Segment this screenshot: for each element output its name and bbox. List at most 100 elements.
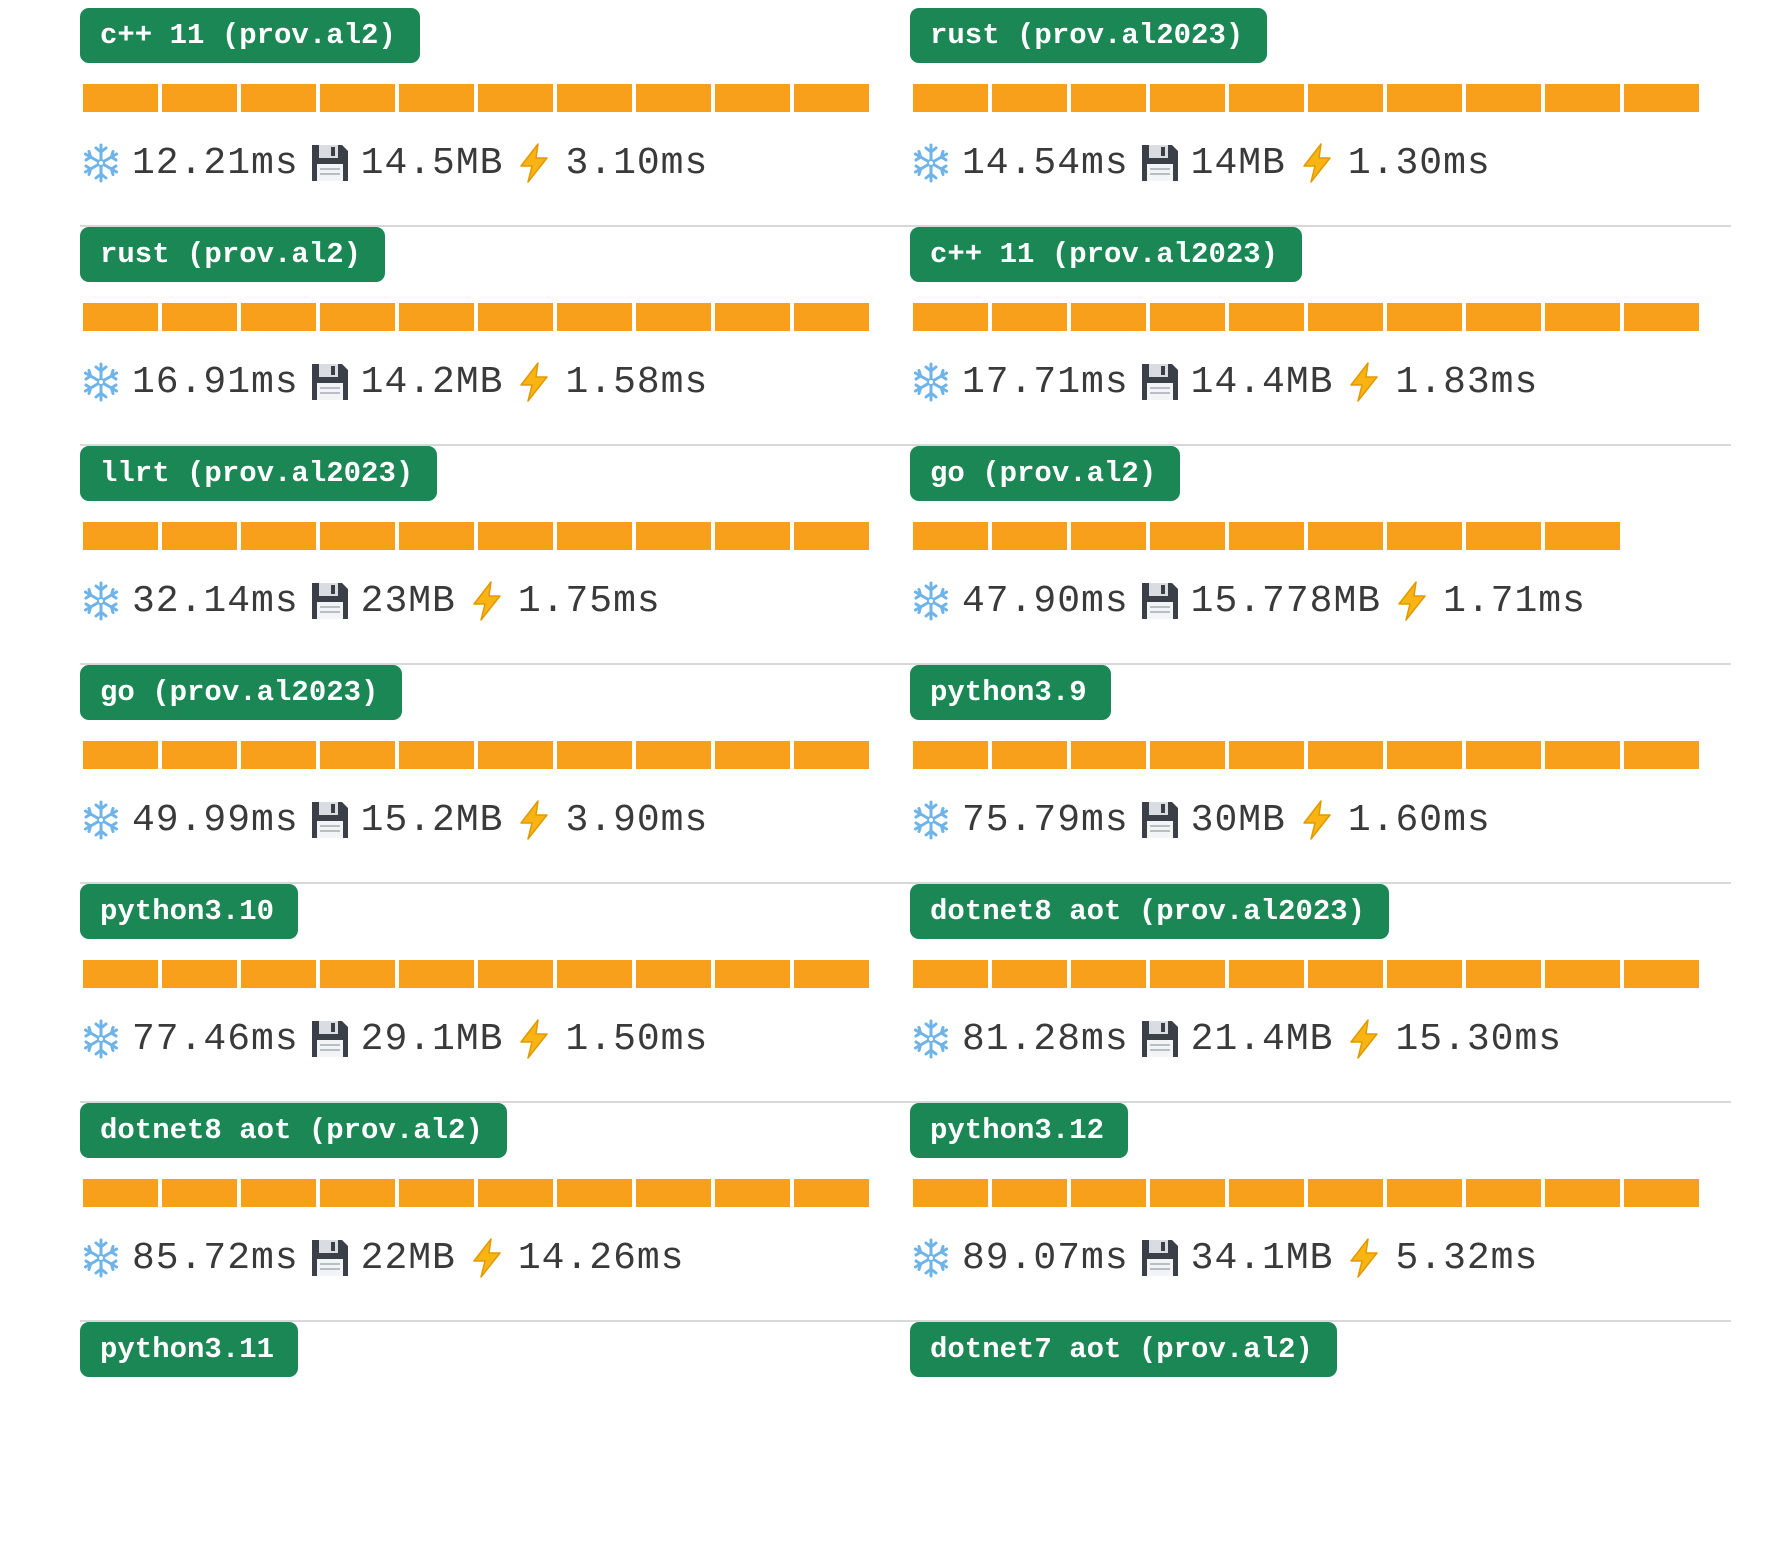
bar-segment	[83, 84, 158, 112]
bar-segment	[1150, 303, 1225, 331]
benchmark-card: dotnet8 aot (prov.al2) 85.72ms 22MB 14.2…	[80, 1103, 910, 1322]
bar-segment	[399, 960, 474, 988]
bar-segment	[794, 303, 869, 331]
bar-segment	[992, 522, 1067, 550]
lightning-bolt-icon	[1343, 361, 1385, 403]
bar-segment	[320, 522, 395, 550]
stats-line: 89.07ms 34.1MB 5.32ms	[910, 1233, 1548, 1283]
bar-segment	[320, 1179, 395, 1207]
bar-segment	[399, 84, 474, 112]
bar-segment	[1387, 960, 1462, 988]
bar-segment	[636, 84, 711, 112]
bar-segment	[557, 522, 632, 550]
runtime-badge: dotnet7 aot (prov.al2)	[910, 1322, 1337, 1377]
benchmark-row: python3.10 77.46ms 29.1MB 1.50ms dotnet8…	[80, 884, 1731, 1103]
lightning-bolt-icon	[1296, 799, 1338, 841]
bar-segment	[162, 84, 237, 112]
rating-bar	[83, 1179, 869, 1207]
cold-start-value: 47.90ms	[962, 579, 1129, 623]
floppy-disk-icon	[1139, 1018, 1181, 1060]
snowflake-icon	[80, 1018, 122, 1060]
floppy-disk-icon	[309, 142, 351, 184]
duration-value: 1.30ms	[1347, 141, 1491, 185]
snowflake-icon	[80, 1237, 122, 1279]
runtime-badge: dotnet8 aot (prov.al2023)	[910, 884, 1390, 939]
duration-value: 3.10ms	[565, 141, 709, 185]
memory-value: 29.1MB	[360, 1017, 504, 1061]
bar-segment	[399, 741, 474, 769]
bar-segment	[478, 522, 553, 550]
rating-bar	[913, 960, 1699, 988]
memory-value: 14.2MB	[360, 360, 504, 404]
duration-value: 1.58ms	[565, 360, 709, 404]
bar-segment	[636, 303, 711, 331]
bar-segment	[1308, 1179, 1383, 1207]
benchmark-card: python3.9 75.79ms 30MB 1.60ms	[910, 665, 1731, 884]
bar-segment	[478, 84, 553, 112]
bar-segment	[1466, 522, 1541, 550]
bar-segment	[715, 303, 790, 331]
snowflake-icon	[80, 799, 122, 841]
cold-start-value: 89.07ms	[962, 1236, 1129, 1280]
snowflake-icon	[910, 1018, 952, 1060]
bar-segment	[478, 741, 553, 769]
stats-line: 85.72ms 22MB 14.26ms	[80, 1233, 695, 1283]
benchmark-grid: c++ 11 (prov.al2) 12.21ms 14.5MB 3.10ms …	[80, 8, 1731, 1541]
bar-segment	[1624, 741, 1699, 769]
runtime-badge: python3.12	[910, 1103, 1129, 1158]
bar-segment	[1071, 741, 1146, 769]
bar-segment	[478, 303, 553, 331]
bar-segment	[1545, 741, 1620, 769]
bar-segment	[1545, 1179, 1620, 1207]
bar-segment	[1071, 1179, 1146, 1207]
floppy-disk-icon	[309, 580, 351, 622]
bar-segment	[557, 303, 632, 331]
rating-bar	[83, 960, 869, 988]
bar-segment	[1387, 522, 1462, 550]
bar-segment	[913, 522, 988, 550]
bar-segment	[1466, 1179, 1541, 1207]
bar-segment	[794, 1179, 869, 1207]
rating-bar	[913, 84, 1699, 112]
lightning-bolt-icon	[1391, 580, 1433, 622]
bar-segment	[913, 1179, 988, 1207]
benchmark-card: c++ 11 (prov.al2023) 17.71ms 14.4MB 1.83…	[910, 227, 1731, 446]
cold-start-value: 75.79ms	[962, 798, 1129, 842]
bar-segment	[636, 960, 711, 988]
stats-line: 12.21ms 14.5MB 3.10ms	[80, 138, 718, 188]
duration-value: 1.71ms	[1443, 579, 1586, 623]
snowflake-icon	[80, 142, 122, 184]
benchmark-card: dotnet7 aot (prov.al2)	[910, 1322, 1731, 1541]
bar-segment	[715, 1179, 790, 1207]
snowflake-icon	[80, 580, 122, 622]
runtime-badge: rust (prov.al2)	[80, 227, 386, 282]
duration-value: 15.30ms	[1395, 1017, 1563, 1061]
bar-segment	[913, 960, 988, 988]
benchmark-card: llrt (prov.al2023) 32.14ms 23MB 1.75ms	[80, 446, 910, 665]
bar-segment	[1466, 741, 1541, 769]
benchmark-card: dotnet8 aot (prov.al2023) 81.28ms 21.4MB…	[910, 884, 1731, 1103]
memory-value: 14.5MB	[360, 141, 504, 185]
bar-segment	[1387, 84, 1462, 112]
bar-segment	[241, 1179, 316, 1207]
benchmark-row: go (prov.al2023) 49.99ms 15.2MB 3.90ms p…	[80, 665, 1731, 884]
benchmark-row: dotnet8 aot (prov.al2) 85.72ms 22MB 14.2…	[80, 1103, 1731, 1322]
stats-line: 16.91ms 14.2MB 1.58ms	[80, 357, 718, 407]
bar-segment	[1624, 84, 1699, 112]
bar-segment	[557, 741, 632, 769]
bar-segment	[557, 960, 632, 988]
duration-value: 3.90ms	[565, 798, 709, 842]
floppy-disk-icon	[309, 1018, 351, 1060]
benchmark-card: c++ 11 (prov.al2) 12.21ms 14.5MB 3.10ms	[80, 8, 910, 227]
bar-segment	[1150, 1179, 1225, 1207]
rating-bar	[913, 741, 1699, 769]
bar-segment	[1071, 303, 1146, 331]
memory-value: 14MB	[1190, 141, 1286, 185]
snowflake-icon	[910, 1237, 952, 1279]
bar-segment	[83, 522, 158, 550]
benchmark-card: go (prov.al2) 47.90ms 15.778MB 1.71ms	[910, 446, 1731, 665]
bar-segment	[478, 960, 553, 988]
bar-segment	[399, 303, 474, 331]
bar-segment	[1071, 522, 1146, 550]
floppy-disk-icon	[1139, 361, 1181, 403]
